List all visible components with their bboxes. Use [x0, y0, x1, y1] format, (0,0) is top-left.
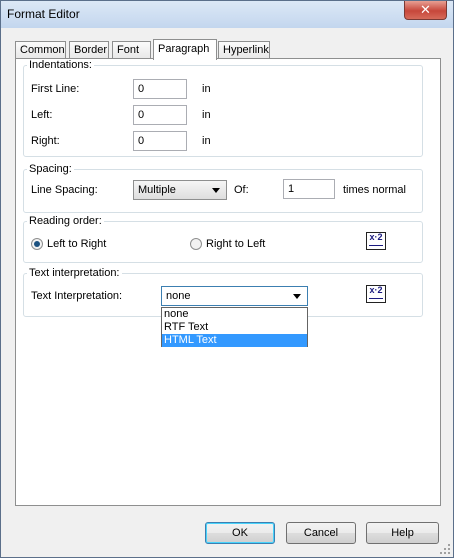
- right-indent-label: Right:: [31, 135, 60, 147]
- x-2-formula-icon[interactable]: x·2: [366, 232, 386, 250]
- indentations-legend: Indentations:: [29, 59, 92, 71]
- of-unit: times normal: [343, 184, 406, 196]
- line-spacing-select[interactable]: Multiple: [133, 180, 227, 200]
- left-to-right-label[interactable]: Left to Right: [47, 238, 106, 250]
- tab-common[interactable]: Common: [15, 41, 66, 59]
- first-line-unit: in: [202, 83, 211, 95]
- of-label: Of:: [234, 184, 249, 196]
- right-to-left-radio[interactable]: [190, 238, 202, 250]
- chevron-down-icon: [293, 294, 301, 299]
- close-icon: ✕: [420, 2, 431, 17]
- title-bar: Format Editor ✕: [1, 1, 453, 28]
- window-title: Format Editor: [7, 7, 80, 21]
- text-interpretation-label: Text Interpretation:: [31, 290, 123, 302]
- left-to-right-radio[interactable]: [31, 238, 43, 250]
- left-indent-unit: in: [202, 109, 211, 121]
- text-interpretation-dropdown: none RTF Text HTML Text: [161, 307, 308, 347]
- tab-paragraph[interactable]: Paragraph: [153, 39, 217, 60]
- text-interpretation-value: none: [166, 290, 191, 302]
- close-button[interactable]: ✕: [404, 1, 447, 20]
- right-indent-unit: in: [202, 135, 211, 147]
- ok-button[interactable]: OK: [205, 522, 275, 544]
- spacing-legend: Spacing:: [29, 163, 72, 175]
- first-line-label: First Line:: [31, 83, 80, 95]
- radio-selected-dot: [34, 241, 40, 247]
- resize-grip-icon[interactable]: [440, 544, 450, 554]
- left-indent-input[interactable]: [133, 105, 187, 125]
- indentations-group: Indentations:: [23, 59, 423, 157]
- dropdown-option-none[interactable]: none: [162, 308, 307, 321]
- line-spacing-value: Multiple: [138, 184, 176, 196]
- first-line-input[interactable]: [133, 79, 187, 99]
- help-button[interactable]: Help: [366, 522, 439, 544]
- cancel-button[interactable]: Cancel: [286, 522, 356, 544]
- dropdown-option-html[interactable]: HTML Text: [162, 334, 307, 347]
- reading-order-legend: Reading order:: [29, 215, 102, 227]
- format-editor-window: Format Editor ✕ Common Border Font Parag…: [0, 0, 454, 558]
- text-interpretation-legend: Text interpretation:: [29, 267, 120, 279]
- text-interpretation-select[interactable]: none: [161, 286, 308, 306]
- left-indent-label: Left:: [31, 109, 53, 121]
- of-input[interactable]: [283, 179, 335, 199]
- right-indent-input[interactable]: [133, 131, 187, 151]
- dropdown-option-rtf[interactable]: RTF Text: [162, 321, 307, 334]
- tab-hyperlink[interactable]: Hyperlink: [218, 41, 270, 59]
- x-2-formula-icon[interactable]: x·2: [366, 285, 386, 303]
- tab-font[interactable]: Font: [112, 41, 151, 59]
- right-to-left-label[interactable]: Right to Left: [206, 238, 265, 250]
- tab-border[interactable]: Border: [69, 41, 109, 59]
- chevron-down-icon: [212, 188, 220, 193]
- line-spacing-label: Line Spacing:: [31, 184, 98, 196]
